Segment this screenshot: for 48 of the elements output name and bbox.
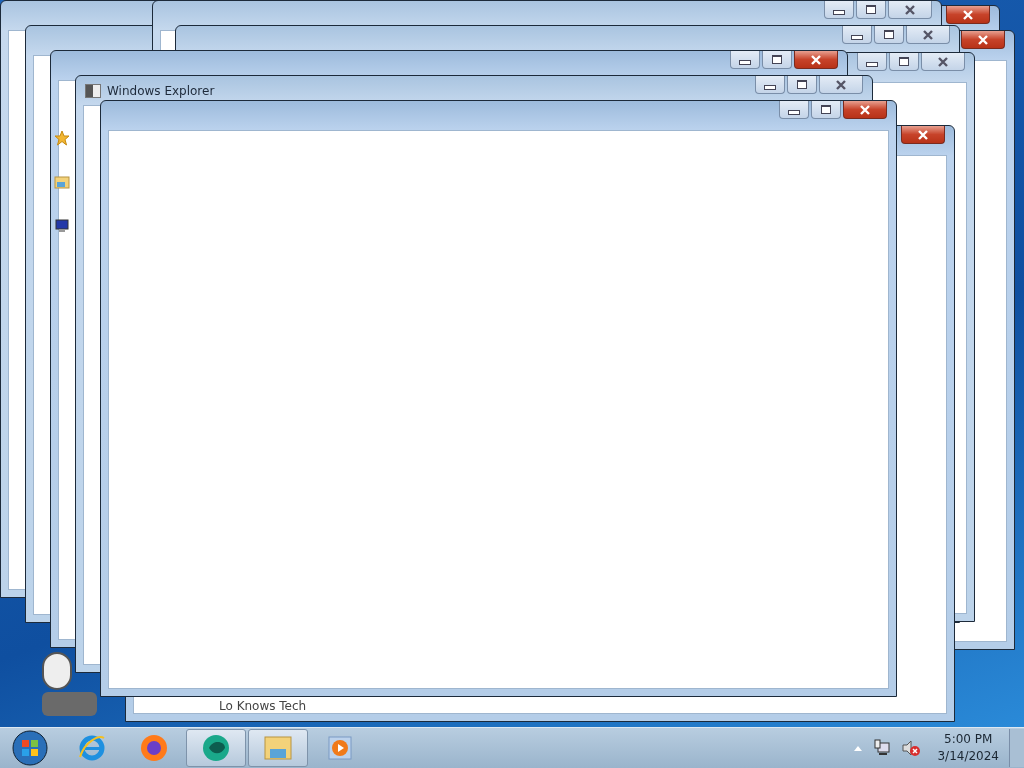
- close-button[interactable]: [901, 126, 945, 144]
- minimize-button[interactable]: [755, 76, 785, 94]
- close-icon: [810, 54, 822, 65]
- close-icon: [922, 29, 934, 40]
- close-button[interactable]: [961, 31, 1005, 49]
- computer-icon[interactable]: [54, 218, 70, 234]
- minimize-button[interactable]: [730, 51, 760, 69]
- minimize-button[interactable]: [824, 1, 854, 19]
- maximize-button[interactable]: [874, 26, 904, 44]
- close-icon: [904, 4, 916, 15]
- close-button[interactable]: [906, 26, 950, 44]
- maximize-button[interactable]: [787, 76, 817, 94]
- folder-icon: [262, 733, 294, 763]
- close-button[interactable]: [843, 101, 887, 119]
- close-button[interactable]: [921, 53, 965, 71]
- minimize-button[interactable]: [779, 101, 809, 119]
- content-text: Lo Knows Tech: [219, 699, 307, 713]
- fox-globe-icon: [139, 733, 169, 763]
- close-button[interactable]: [888, 1, 932, 19]
- window-icon: [85, 83, 101, 98]
- star-icon[interactable]: [54, 130, 70, 146]
- close-icon: [962, 9, 974, 20]
- maximize-button[interactable]: [889, 53, 919, 71]
- taskbar-app-button[interactable]: [186, 729, 246, 767]
- close-button[interactable]: [819, 76, 863, 94]
- desktop-shortcut-icon[interactable]: [42, 652, 72, 690]
- close-icon: [917, 129, 929, 140]
- maximize-button[interactable]: [762, 51, 792, 69]
- browser-e-icon: [77, 733, 107, 763]
- close-icon: [859, 104, 871, 115]
- window-title: Windows Explorer: [107, 83, 215, 98]
- muted-speaker-icon[interactable]: [901, 739, 922, 757]
- close-icon: [977, 34, 989, 45]
- minimize-button[interactable]: [842, 26, 872, 44]
- minimize-button[interactable]: [857, 53, 887, 71]
- network-icon[interactable]: [873, 739, 892, 757]
- windows-logo-icon: [12, 730, 48, 766]
- play-icon: [327, 735, 353, 761]
- close-icon: [937, 56, 949, 67]
- close-icon: [835, 79, 847, 90]
- clock-date[interactable]: 3/14/2024: [937, 748, 999, 765]
- close-button[interactable]: [946, 6, 990, 24]
- maximize-button[interactable]: [856, 1, 886, 19]
- sphere-app-icon: [201, 733, 231, 763]
- folder-icon[interactable]: [54, 174, 70, 190]
- clock-time[interactable]: 5:00 PM: [944, 731, 993, 748]
- maximize-button[interactable]: [811, 101, 841, 119]
- close-button[interactable]: [794, 51, 838, 69]
